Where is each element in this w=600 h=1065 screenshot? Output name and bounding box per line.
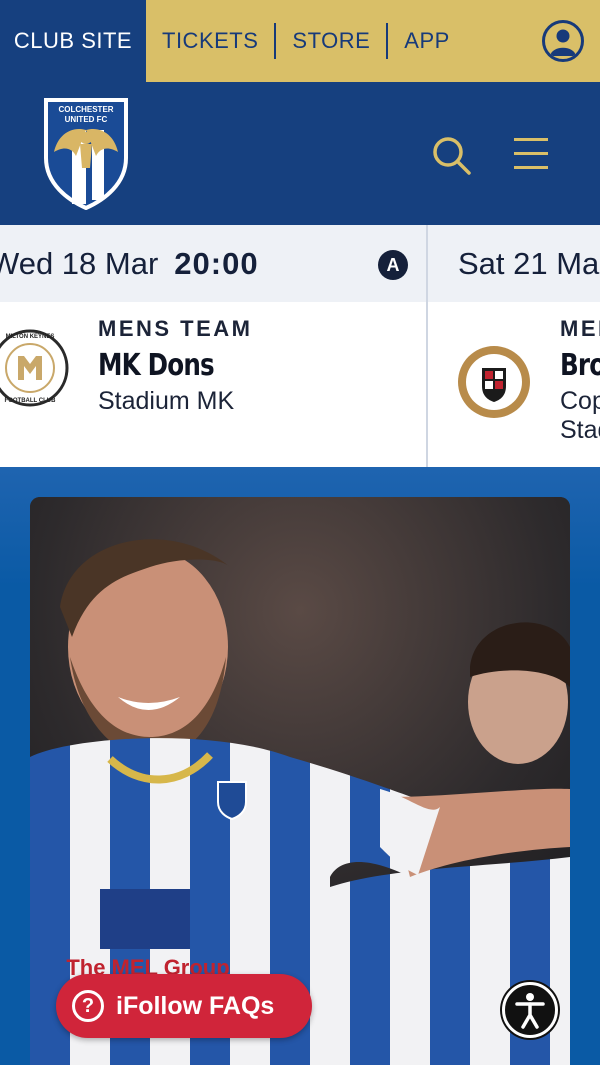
stadium-name-line-2: Stadium [560,416,600,444]
club-site-link[interactable]: CLUB SITE [0,0,146,82]
store-link[interactable]: STORE [274,23,386,59]
top-bar: CLUB SITE TICKETS STORE APP [0,0,600,82]
stadium-name: Stadium MK [98,387,235,415]
svg-text:COLCHESTER: COLCHESTER [58,105,113,114]
svg-text:FOOTBALL CLUB: FOOTBALL CLUB [5,398,57,404]
away-badge: A [378,250,408,280]
quick-links: TICKETS STORE APP [146,0,600,82]
svg-text:MILTON KEYNES: MILTON KEYNES [6,334,55,340]
fixture-date-row: Wed 18 Mar 20:00 A [0,225,428,302]
svg-text:UNITED FC: UNITED FC [65,115,108,124]
user-circle-icon[interactable] [542,20,584,62]
search-icon[interactable] [430,134,472,176]
mk-dons-logo: MILTON KEYNES FOOTBALL CLUB [0,322,70,414]
fixture-body: MENS TEAM Bromley Copper Box Stadium [428,302,600,467]
fixture-card[interactable]: Sat 21 Mar MENS TEAM Bromley Copper Box … [428,225,600,467]
ifollow-faqs-button[interactable]: ? iFollow FAQs [56,974,312,1038]
fixture-time: 20:00 [174,245,259,281]
faq-button-label: iFollow FAQs [116,991,275,1020]
fixture-date: Sat 21 Mar [458,245,600,281]
fixtures-carousel[interactable]: Wed 18 Mar 20:00 A MILTON KEYNES FOOTBALL… [0,225,600,467]
team-type-label: MENS TEAM [98,316,253,341]
fixture-body: MILTON KEYNES FOOTBALL CLUB MENS TEAM MK… [0,302,428,467]
bromley-logo [456,344,532,420]
opponent-name: Bromley [560,348,600,383]
fixture-info: MENS TEAM Bromley Copper Box Stadium [560,316,600,445]
opponent-name: MK Dons [98,348,215,383]
tickets-link[interactable]: TICKETS [146,23,274,59]
fixture-card[interactable]: Wed 18 Mar 20:00 A MILTON KEYNES FOOTBALL… [0,225,428,467]
fixture-date-row: Sat 21 Mar [428,225,600,302]
club-crest-logo[interactable]: COLCHESTER UNITED FC [42,96,130,211]
accessibility-icon[interactable] [502,982,558,1038]
fixture-info: MENS TEAM MK Dons Stadium MK [98,316,253,416]
fixture-date: Wed 18 Mar 20:00 [0,245,259,281]
site-header: COLCHESTER UNITED FC [0,82,600,225]
help-icon: ? [72,990,104,1022]
team-type-label: MENS TEAM [560,316,600,341]
stadium-name: Copper Box [560,387,600,415]
app-link[interactable]: APP [386,23,466,59]
hamburger-menu-icon[interactable] [512,136,550,172]
